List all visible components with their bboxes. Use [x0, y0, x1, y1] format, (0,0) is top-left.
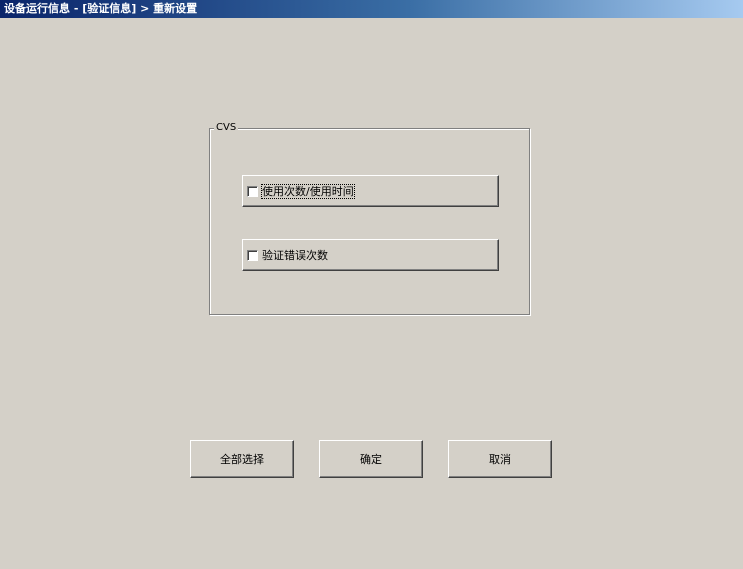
checkbox-verify-error-count[interactable]: 验证错误次数 [242, 239, 499, 271]
checkbox-usage-count-time[interactable]: 使用次数/使用时间 [242, 175, 499, 207]
confirm-button[interactable]: 确定 [319, 440, 423, 478]
checkbox-label: 使用次数/使用时间 [261, 183, 355, 199]
groupbox-legend: CVS [214, 122, 239, 134]
cvs-groupbox [209, 128, 530, 315]
checkbox-icon[interactable] [247, 249, 258, 261]
checkbox-icon[interactable] [247, 185, 258, 197]
checkbox-label: 验证错误次数 [262, 248, 328, 262]
cancel-button[interactable]: 取消 [448, 440, 552, 478]
window-title: 设备运行信息 - [验证信息] > 重新设置 [0, 0, 743, 18]
select-all-button[interactable]: 全部选择 [190, 440, 294, 478]
